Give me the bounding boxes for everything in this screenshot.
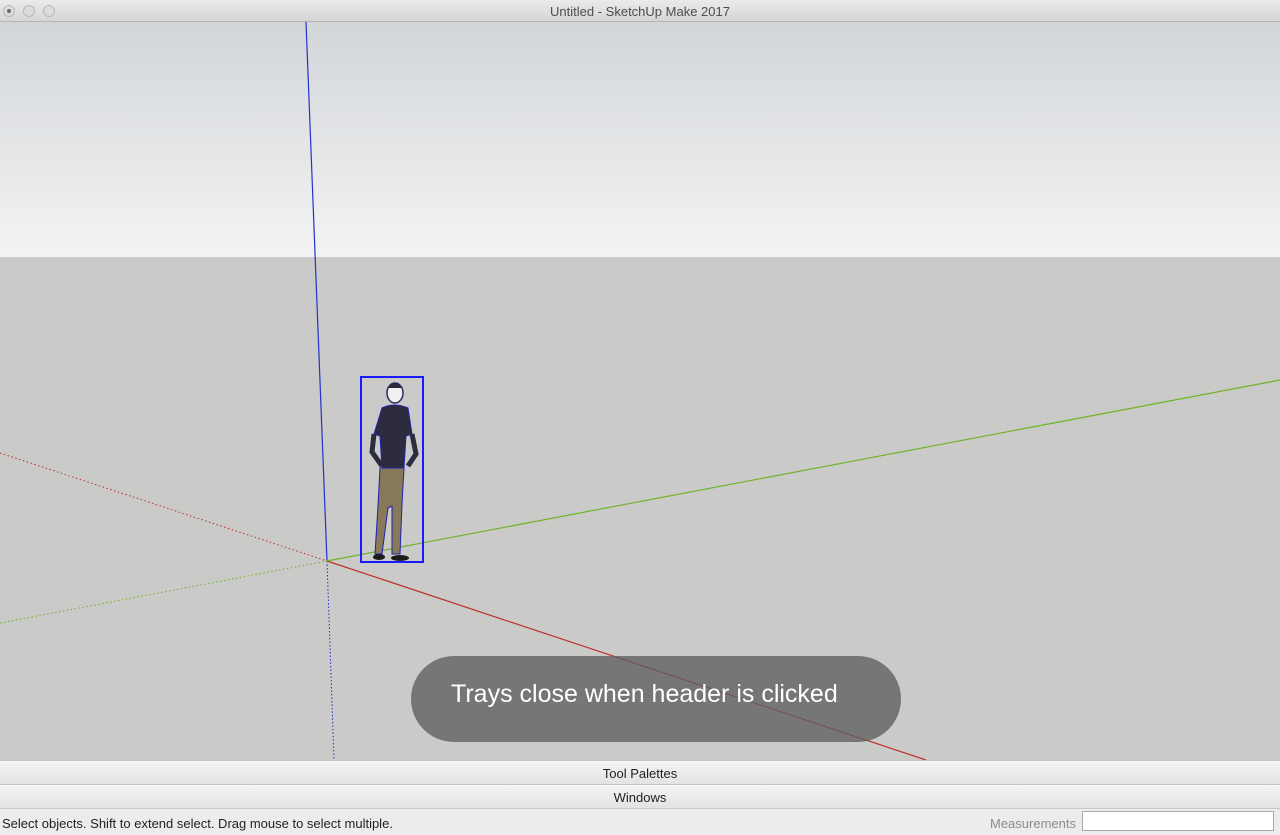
model-viewport[interactable]: Trays close when header is clicked [0,22,1280,760]
tray-windows[interactable]: Windows [0,784,1280,808]
trays-hint-toast: Trays close when header is clicked [411,656,901,742]
green-axis-positive [326,379,1280,562]
measurements-label: Measurements [990,816,1076,831]
status-hint: Select objects. Shift to extend select. … [2,816,393,831]
window-titlebar: Untitled - SketchUp Make 2017 [0,0,1280,22]
green-axis-negative [0,560,328,624]
person-icon [369,382,419,561]
window-title: Untitled - SketchUp Make 2017 [550,4,730,19]
status-bar: Select objects. Shift to extend select. … [0,808,1280,835]
scene-axes [0,22,1280,760]
blue-axis-negative [326,560,335,760]
red-axis-negative [0,452,328,562]
person-figure-selected[interactable] [360,376,428,564]
measurements-input[interactable] [1082,811,1274,831]
tray-tool-palettes[interactable]: Tool Palettes [0,760,1280,784]
blue-axis-positive [305,22,328,562]
